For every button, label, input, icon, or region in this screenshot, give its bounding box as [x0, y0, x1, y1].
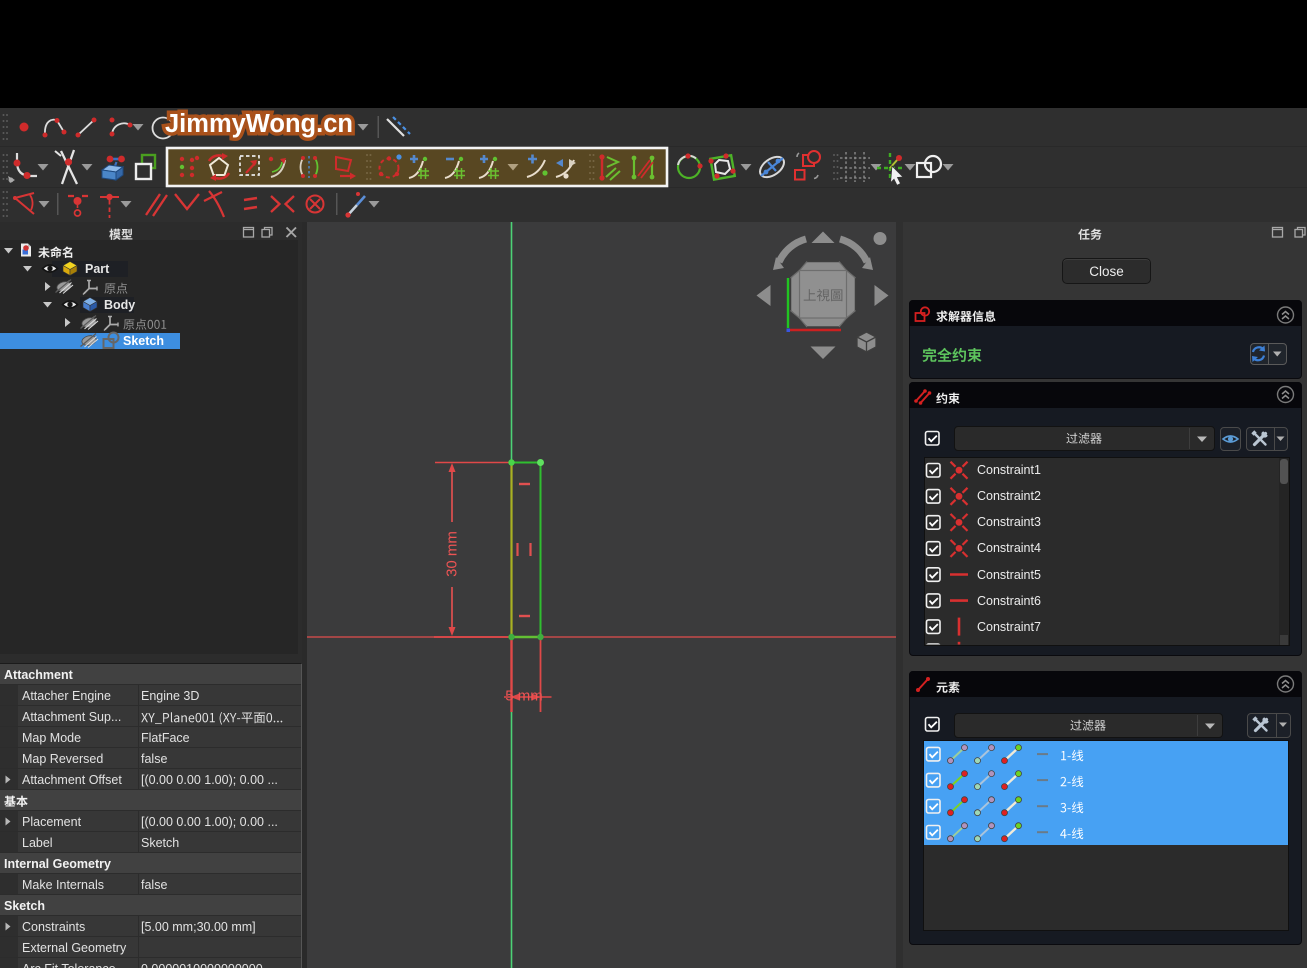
svg-text:5 mm: 5 mm: [505, 688, 543, 705]
svg-text:30 mm: 30 mm: [444, 531, 461, 577]
